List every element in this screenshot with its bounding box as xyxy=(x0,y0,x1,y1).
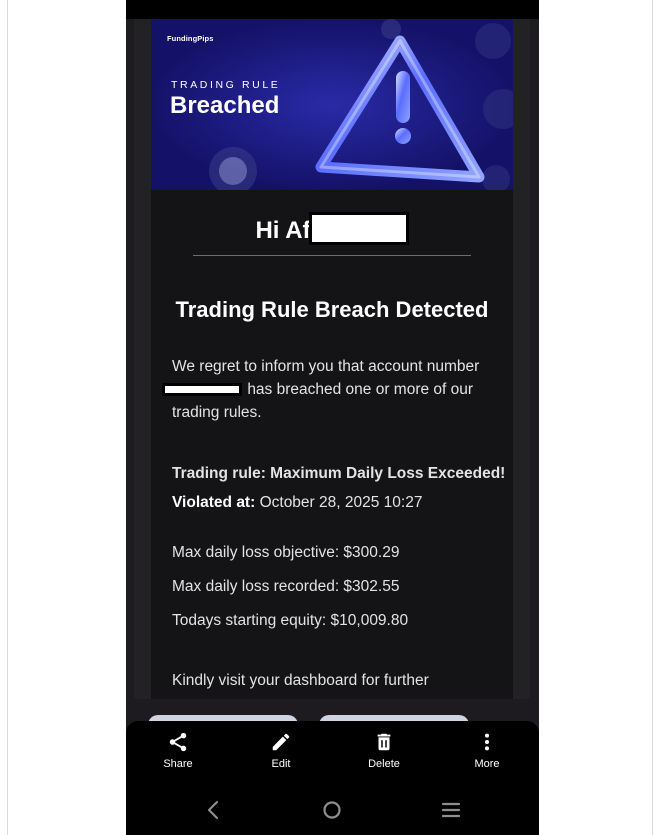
system-navigation-bar xyxy=(126,785,539,835)
viewer-left-edge xyxy=(0,0,8,835)
email-heading: Trading Rule Breach Detected xyxy=(175,297,489,322)
starting-equity: Todays starting equity: $10,009.80 xyxy=(172,612,409,629)
intro-start: We regret to inform you that account num… xyxy=(172,358,480,375)
more-label: More xyxy=(474,758,500,770)
phone-screen: FundingPips TRADING RULE Breached Hi Af … xyxy=(126,0,539,835)
share-label: Share xyxy=(163,758,193,770)
edit-button[interactable]: Edit xyxy=(246,731,316,770)
violated-label: Violated at: xyxy=(172,494,256,511)
back-icon[interactable] xyxy=(198,797,228,823)
delete-icon xyxy=(377,733,391,751)
violated-value: October 28, 2025 10:27 xyxy=(259,494,423,511)
banner-kicker: TRADING RULE xyxy=(171,79,281,91)
share-button[interactable]: Share xyxy=(143,731,213,770)
email-card: FundingPips TRADING RULE Breached Hi Af … xyxy=(151,19,513,699)
status-bar xyxy=(126,0,539,19)
edit-icon xyxy=(272,733,290,751)
max-daily-loss-recorded: Max daily loss recorded: $302.55 xyxy=(172,578,400,595)
closing-line: Kindly visit your dashboard for further xyxy=(172,672,429,689)
breach-banner: FundingPips TRADING RULE Breached xyxy=(151,19,513,190)
max-daily-loss-objective: Max daily loss objective: $300.29 xyxy=(172,544,400,561)
redacted-account-number xyxy=(162,383,242,397)
more-icon xyxy=(484,733,490,751)
greeting-text: Hi Af xyxy=(255,216,311,244)
delete-label: Delete xyxy=(368,758,400,770)
greeting-divider xyxy=(193,255,471,256)
fundingpips-logo: FundingPips xyxy=(167,34,214,43)
edit-label: Edit xyxy=(271,758,291,770)
trading-rule-line: Trading rule: Maximum Daily Loss Exceede… xyxy=(172,465,506,482)
recents-icon[interactable] xyxy=(436,797,466,823)
share-icon xyxy=(169,732,187,752)
home-icon[interactable] xyxy=(317,797,347,823)
redacted-name xyxy=(308,212,409,245)
delete-button[interactable]: Delete xyxy=(349,731,419,770)
greeting: Hi Af xyxy=(151,212,513,248)
bottom-action-bar: Share Edit Delete More xyxy=(126,721,539,785)
violated-at-line: Violated at: October 28, 2025 10:27 xyxy=(172,494,422,512)
intro-paragraph: We regret to inform you that account num… xyxy=(162,355,492,424)
viewer-right-edge xyxy=(652,0,660,835)
email-viewport[interactable]: FundingPips TRADING RULE Breached Hi Af … xyxy=(134,19,530,699)
banner-title: Breached xyxy=(170,92,280,119)
more-button[interactable]: More xyxy=(452,731,522,770)
